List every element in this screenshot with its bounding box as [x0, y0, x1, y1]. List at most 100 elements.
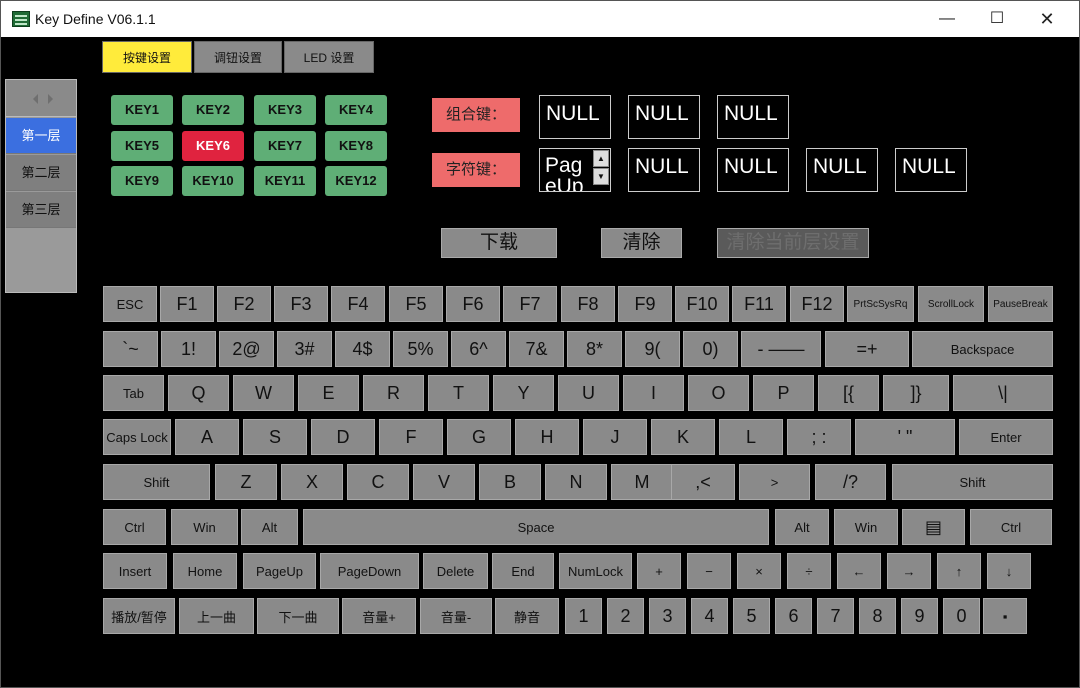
char-slot-3[interactable]: NULL	[717, 148, 789, 192]
macro-key-8[interactable]: KEY8	[325, 131, 387, 161]
close-button[interactable]: ✕	[1032, 7, 1062, 31]
key-u[interactable]: U	[558, 375, 619, 411]
download-button[interactable]: 下载	[441, 228, 557, 258]
key-up-arrow[interactable]: ↑	[937, 553, 981, 589]
key-a[interactable]: A	[175, 419, 239, 455]
key-8[interactable]: 8*	[567, 331, 622, 367]
key-num-6[interactable]: 6	[775, 598, 812, 634]
char-slot-4[interactable]: NULL	[806, 148, 878, 192]
key-win-right[interactable]: Win	[834, 509, 898, 545]
key-3[interactable]: 3#	[277, 331, 332, 367]
key-6[interactable]: 6^	[451, 331, 506, 367]
key-mute[interactable]: 静音	[495, 598, 559, 634]
layer-scroll-arrows[interactable]	[6, 80, 76, 117]
key-num-5[interactable]: 5	[733, 598, 770, 634]
key-num-4[interactable]: 4	[691, 598, 728, 634]
macro-key-5[interactable]: KEY5	[111, 131, 173, 161]
key-0[interactable]: 0)	[683, 331, 738, 367]
key-e[interactable]: E	[298, 375, 359, 411]
key-capslock[interactable]: Caps Lock	[103, 419, 171, 455]
key-equals[interactable]: =+	[825, 331, 909, 367]
key-4[interactable]: 4$	[335, 331, 390, 367]
char-slot-2[interactable]: NULL	[628, 148, 700, 192]
combo-slot-2[interactable]: NULL	[628, 95, 700, 139]
key-alt-left[interactable]: Alt	[241, 509, 298, 545]
key-slash[interactable]: /?	[815, 464, 886, 500]
key-num-1[interactable]: 1	[565, 598, 602, 634]
macro-key-4[interactable]: KEY4	[325, 95, 387, 125]
key-f[interactable]: F	[379, 419, 443, 455]
key-num-divide[interactable]: ÷	[787, 553, 831, 589]
maximize-button[interactable]: ☐	[982, 7, 1012, 31]
key-num-dot[interactable]: ▪	[983, 598, 1027, 634]
key-scrolllock[interactable]: ScrollLock	[918, 286, 984, 322]
key-f9[interactable]: F9	[618, 286, 672, 322]
key-num-8[interactable]: 8	[859, 598, 896, 634]
key-pausebreak[interactable]: PauseBreak	[988, 286, 1053, 322]
key-f3[interactable]: F3	[274, 286, 328, 322]
key-t[interactable]: T	[428, 375, 489, 411]
macro-key-3[interactable]: KEY3	[254, 95, 316, 125]
key-shift-right[interactable]: Shift	[892, 464, 1053, 500]
macro-key-12[interactable]: KEY12	[325, 166, 387, 196]
key-minus[interactable]: - ——	[741, 331, 821, 367]
minimize-button[interactable]: —	[932, 7, 962, 31]
key-next-track[interactable]: 下一曲	[257, 598, 339, 634]
key-f6[interactable]: F6	[446, 286, 500, 322]
key-comma[interactable]: ,<	[671, 464, 735, 500]
key-pagedown[interactable]: PageDown	[320, 553, 419, 589]
key-o[interactable]: O	[688, 375, 749, 411]
key-space[interactable]: Space	[303, 509, 769, 545]
key-alt-right[interactable]: Alt	[775, 509, 829, 545]
key-backslash[interactable]: \|	[953, 375, 1053, 411]
key-menu[interactable]: ▤	[902, 509, 965, 545]
key-prev-track[interactable]: 上一曲	[179, 598, 254, 634]
key-num-2[interactable]: 2	[607, 598, 644, 634]
macro-key-11[interactable]: KEY11	[254, 166, 316, 196]
key-quote[interactable]: ' "	[855, 419, 955, 455]
key-2[interactable]: 2@	[219, 331, 274, 367]
key-m[interactable]: M	[611, 464, 673, 500]
macro-key-7[interactable]: KEY7	[254, 131, 316, 161]
key-g[interactable]: G	[447, 419, 511, 455]
key-left-arrow[interactable]: ←	[837, 553, 881, 589]
key-x[interactable]: X	[281, 464, 343, 500]
key-num-9[interactable]: 9	[901, 598, 938, 634]
key-f4[interactable]: F4	[331, 286, 385, 322]
tab-key-settings[interactable]: 按键设置	[102, 41, 192, 73]
key-num-0[interactable]: 0	[943, 598, 980, 634]
key-f12[interactable]: F12	[790, 286, 844, 322]
key-prtsc[interactable]: PrtScSysRq	[847, 286, 914, 322]
key-shift-left[interactable]: Shift	[103, 464, 210, 500]
key-num-minus[interactable]: −	[687, 553, 731, 589]
key-tab[interactable]: Tab	[103, 375, 164, 411]
key-volume-down[interactable]: 音量-	[420, 598, 492, 634]
key-y[interactable]: Y	[493, 375, 554, 411]
macro-key-9[interactable]: KEY9	[111, 166, 173, 196]
key-j[interactable]: J	[583, 419, 647, 455]
char-slot-1[interactable]: PageUp ▲ ▼	[539, 148, 611, 192]
tab-knob-settings[interactable]: 调钮设置	[194, 41, 282, 73]
key-delete[interactable]: Delete	[423, 553, 488, 589]
key-f11[interactable]: F11	[732, 286, 786, 322]
key-ctrl-right[interactable]: Ctrl	[970, 509, 1052, 545]
layer-1[interactable]: 第一层	[6, 118, 76, 154]
clear-button[interactable]: 清除	[601, 228, 682, 258]
key-7[interactable]: 7&	[509, 331, 564, 367]
key-v[interactable]: V	[413, 464, 475, 500]
key-f1[interactable]: F1	[160, 286, 214, 322]
macro-key-10[interactable]: KEY10	[182, 166, 244, 196]
key-c[interactable]: C	[347, 464, 409, 500]
key-z[interactable]: Z	[215, 464, 277, 500]
key-9[interactable]: 9(	[625, 331, 680, 367]
key-down-arrow[interactable]: ↓	[987, 553, 1031, 589]
key-right-arrow[interactable]: →	[887, 553, 931, 589]
key-l[interactable]: L	[719, 419, 783, 455]
key-f8[interactable]: F8	[561, 286, 615, 322]
key-f7[interactable]: F7	[503, 286, 557, 322]
key-insert[interactable]: Insert	[103, 553, 167, 589]
macro-key-2[interactable]: KEY2	[182, 95, 244, 125]
key-n[interactable]: N	[545, 464, 607, 500]
key-w[interactable]: W	[233, 375, 294, 411]
layer-3[interactable]: 第三层	[6, 192, 76, 228]
